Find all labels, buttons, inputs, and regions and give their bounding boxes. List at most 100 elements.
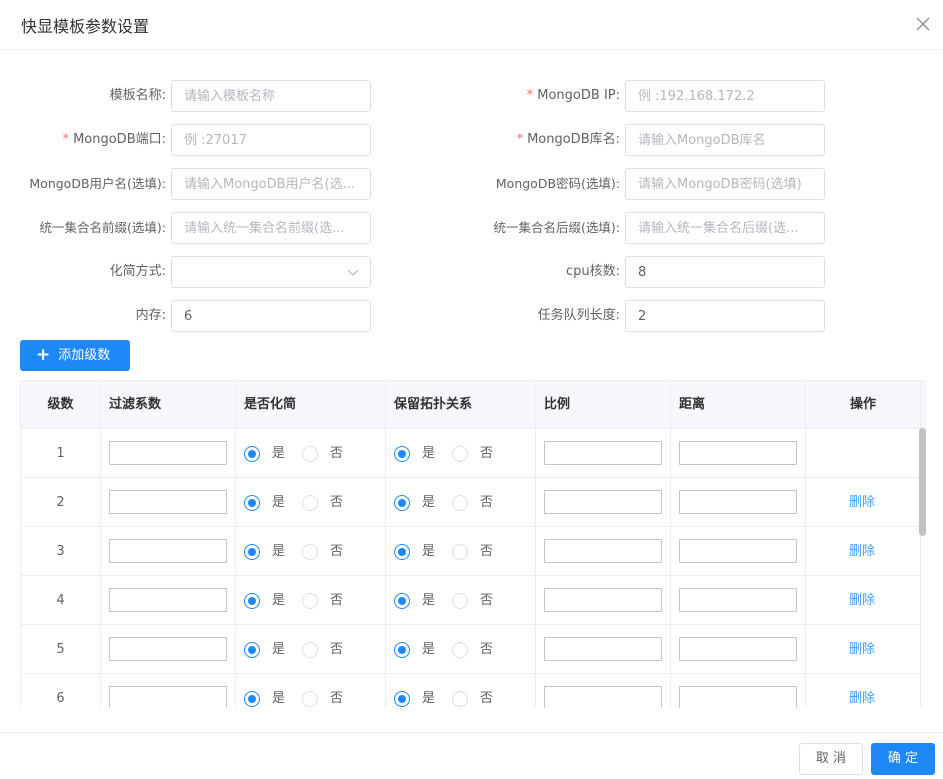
add-level-button[interactable]: + 添加级数 (20, 340, 130, 371)
queue-length-input[interactable] (625, 300, 825, 332)
ratio-cell (536, 527, 671, 576)
simplify-yes-radio[interactable] (244, 642, 260, 658)
simplify-yes-label: 是 (272, 593, 286, 608)
action-cell: 删除 (806, 478, 921, 527)
template-name-input[interactable] (171, 80, 371, 112)
distance-input[interactable] (679, 539, 797, 563)
simplify-yes-label: 是 (272, 691, 286, 706)
topology-no-label: 否 (480, 544, 494, 559)
required-mark: * (516, 132, 524, 147)
action-cell: 删除 (806, 527, 921, 576)
column-header: 比例 (536, 381, 671, 429)
ratio-cell (536, 625, 671, 674)
ratio-input[interactable] (544, 539, 662, 563)
ratio-input[interactable] (544, 588, 662, 612)
simplify-cell: 是 否 (236, 478, 386, 527)
topology-cell: 是 否 (386, 576, 536, 625)
topology-yes-radio[interactable] (394, 446, 410, 462)
simplify-yes-radio[interactable] (244, 593, 260, 609)
filter-coefficient-input[interactable] (109, 637, 227, 661)
filter-coefficient-input[interactable] (109, 490, 227, 514)
action-cell: 删除 (806, 674, 921, 708)
filter-coefficient-input[interactable] (109, 686, 227, 708)
cpu-cores-input[interactable] (625, 256, 825, 288)
mongo-port-label-text: MongoDB端口: (73, 132, 166, 147)
filter-coefficient-input[interactable] (109, 588, 227, 612)
table-header: 级数 过滤系数 是否化简 保留拓扑关系 比例 距离 操作 (21, 381, 927, 429)
topology-no-radio[interactable] (452, 593, 468, 609)
topology-no-radio[interactable] (452, 495, 468, 511)
topology-no-radio[interactable] (452, 642, 468, 658)
simplify-yes-label: 是 (272, 544, 286, 559)
simplify-method-select[interactable] (171, 256, 371, 288)
ratio-input[interactable] (544, 637, 662, 661)
cancel-button[interactable]: 取 消 (799, 743, 863, 775)
column-header: 是否化简 (236, 381, 386, 429)
simplify-no-radio[interactable] (302, 691, 318, 707)
table-row: 6 是 否 是 否 删除 (21, 674, 921, 708)
distance-cell (671, 429, 806, 478)
prefix-input[interactable] (171, 212, 371, 244)
simplify-no-radio[interactable] (302, 446, 318, 462)
distance-cell (671, 576, 806, 625)
distance-input[interactable] (679, 686, 797, 708)
filter-coefficient-input[interactable] (109, 441, 227, 465)
simplify-no-radio[interactable] (302, 642, 318, 658)
mongo-db-input[interactable] (625, 124, 825, 156)
topology-yes-label: 是 (422, 642, 436, 657)
topology-yes-radio[interactable] (394, 691, 410, 707)
delete-button[interactable]: 删除 (849, 478, 875, 527)
topology-yes-radio[interactable] (394, 642, 410, 658)
action-cell: 删除 (806, 625, 921, 674)
confirm-button[interactable]: 确 定 (871, 743, 935, 775)
delete-button[interactable]: 删除 (849, 576, 875, 625)
simplify-method-label: 化简方式: (109, 264, 166, 279)
topology-yes-radio[interactable] (394, 544, 410, 560)
simplify-yes-radio[interactable] (244, 691, 260, 707)
mongo-port-input[interactable] (171, 124, 371, 156)
simplify-yes-radio[interactable] (244, 446, 260, 462)
prefix-label: 统一集合名前缀(选填): (39, 220, 166, 235)
mongo-pass-input[interactable] (625, 168, 825, 200)
topology-no-radio[interactable] (452, 446, 468, 462)
simplify-yes-radio[interactable] (244, 495, 260, 511)
column-header: 保留拓扑关系 (386, 381, 536, 429)
memory-input[interactable] (171, 300, 371, 332)
distance-input[interactable] (679, 490, 797, 514)
distance-input[interactable] (679, 637, 797, 661)
scrollbar-thumb[interactable] (919, 428, 926, 536)
ratio-input[interactable] (544, 490, 662, 514)
topology-yes-label: 是 (422, 593, 436, 608)
simplify-cell: 是 否 (236, 674, 386, 708)
distance-input[interactable] (679, 441, 797, 465)
topology-yes-radio[interactable] (394, 495, 410, 511)
simplify-no-label: 否 (330, 446, 344, 461)
distance-input[interactable] (679, 588, 797, 612)
simplify-no-radio[interactable] (302, 593, 318, 609)
suffix-label: 统一集合名后缀(选填): (493, 220, 620, 235)
delete-button[interactable]: 删除 (849, 527, 875, 576)
filter-coefficient-input[interactable] (109, 539, 227, 563)
suffix-input[interactable] (625, 212, 825, 244)
topology-yes-radio[interactable] (394, 593, 410, 609)
topology-no-label: 否 (480, 593, 494, 608)
level-cell: 5 (21, 625, 101, 674)
table-row: 5 是 否 是 否 删除 (21, 625, 921, 674)
ratio-input[interactable] (544, 686, 662, 708)
delete-button[interactable]: 删除 (849, 625, 875, 674)
close-icon[interactable] (913, 14, 933, 34)
delete-button[interactable]: 删除 (849, 674, 875, 708)
ratio-input[interactable] (544, 441, 662, 465)
topology-no-radio[interactable] (452, 691, 468, 707)
simplify-yes-label: 是 (272, 446, 286, 461)
simplify-no-radio[interactable] (302, 544, 318, 560)
table-scrollbar[interactable] (919, 428, 926, 708)
simplify-no-radio[interactable] (302, 495, 318, 511)
level-cell: 4 (21, 576, 101, 625)
simplify-yes-radio[interactable] (244, 544, 260, 560)
mongo-ip-input[interactable] (625, 80, 825, 112)
table-row: 3 是 否 是 否 删除 (21, 527, 921, 576)
level-cell: 2 (21, 478, 101, 527)
mongo-user-input[interactable] (171, 168, 371, 200)
topology-no-radio[interactable] (452, 544, 468, 560)
